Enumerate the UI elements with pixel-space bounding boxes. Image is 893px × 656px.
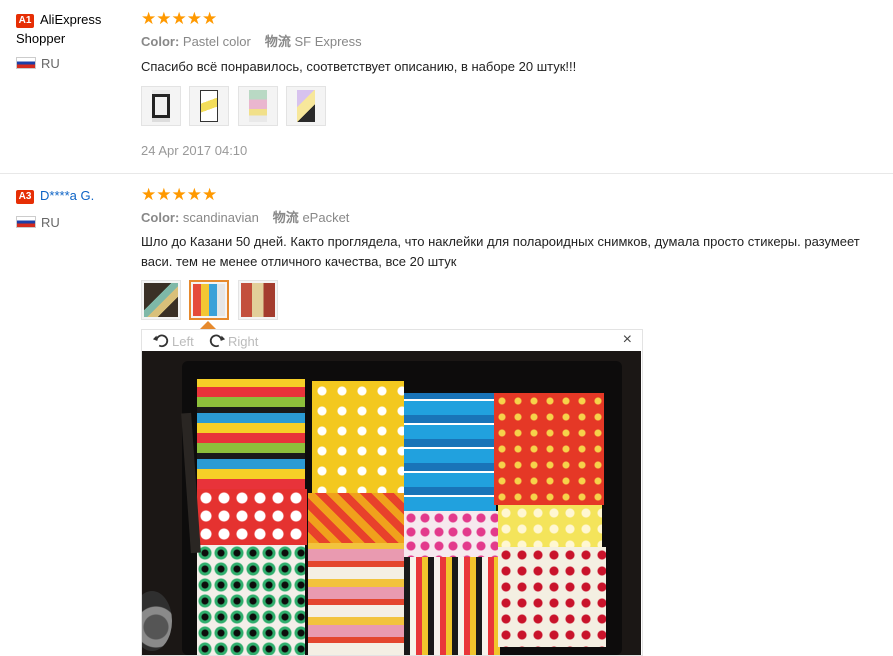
review-photo-thumb[interactable] bbox=[237, 280, 278, 320]
country-code: RU bbox=[41, 215, 60, 230]
review-photo-large bbox=[142, 351, 641, 655]
star-rating: ★★★★★ bbox=[141, 9, 218, 28]
color-label: Color: bbox=[141, 34, 180, 49]
rotate-left-icon bbox=[152, 334, 169, 348]
country-code: RU bbox=[41, 56, 60, 71]
rotate-right-label: Right bbox=[228, 333, 259, 349]
russia-flag-icon bbox=[16, 57, 36, 69]
photo-viewer: Left Right × bbox=[141, 329, 643, 656]
viewer-toolbar: Left Right × bbox=[142, 330, 642, 350]
review-photo-thumb[interactable] bbox=[141, 86, 181, 126]
russia-flag-icon bbox=[16, 216, 36, 228]
review-photo-thumb[interactable] bbox=[141, 280, 181, 320]
close-viewer-button[interactable]: × bbox=[623, 331, 632, 349]
review-photo-thumb[interactable] bbox=[237, 86, 278, 126]
rotate-left-button[interactable]: Left bbox=[152, 332, 194, 350]
review-text: Спасибо всё понравилось, соответствует о… bbox=[141, 59, 577, 74]
review-photos bbox=[141, 280, 282, 320]
review-date: 24 Apr 2017 04:10 bbox=[141, 143, 248, 158]
review-photo-thumb[interactable] bbox=[189, 86, 230, 126]
reviewer-info: A3 D****a G. RU bbox=[16, 186, 126, 230]
shipping-label: 物流 bbox=[272, 210, 299, 225]
color-value: scandinavian bbox=[182, 210, 259, 225]
color-label: Color: bbox=[141, 210, 180, 225]
star-rating: ★★★★★ bbox=[141, 185, 218, 204]
reviewer-country: RU bbox=[16, 216, 60, 230]
review-text-line-1: Шло до Казани 50 дней. Както проглядела,… bbox=[141, 234, 860, 249]
order-info: Color: scandinavian 物流 ePacket bbox=[141, 210, 349, 226]
buyer-level-badge: A3 bbox=[16, 190, 34, 204]
review-photo-thumb[interactable] bbox=[286, 86, 327, 126]
color-value: Pastel color bbox=[182, 34, 251, 49]
reviewer-country: RU bbox=[16, 57, 60, 71]
buyer-level-badge: A1 bbox=[16, 14, 34, 28]
order-info: Color: Pastel color 物流 SF Express bbox=[141, 34, 362, 50]
rotate-right-button[interactable]: Right bbox=[208, 332, 258, 350]
rotate-right-icon bbox=[209, 334, 226, 348]
review-photo-thumb-selected[interactable] bbox=[189, 280, 230, 320]
review-item: A1 AliExpress Shopper RU ★★★★★ Color: Pas… bbox=[0, 0, 893, 174]
review-photos bbox=[141, 86, 330, 126]
reviewer-name[interactable]: D****a G. bbox=[40, 188, 94, 203]
shipping-value: SF Express bbox=[294, 34, 362, 49]
review-item: A3 D****a G. RU ★★★★★ Color: scandinavian… bbox=[0, 174, 893, 656]
shipping-value: ePacket bbox=[302, 210, 350, 225]
shipping-label: 物流 bbox=[264, 34, 291, 49]
reviewer-info: A1 AliExpress Shopper RU bbox=[16, 10, 126, 71]
review-text-line-2: васи. тем не менее отличного качества, в… bbox=[141, 254, 457, 269]
selected-thumb-pointer bbox=[200, 321, 216, 329]
rotate-left-label: Left bbox=[172, 333, 194, 349]
